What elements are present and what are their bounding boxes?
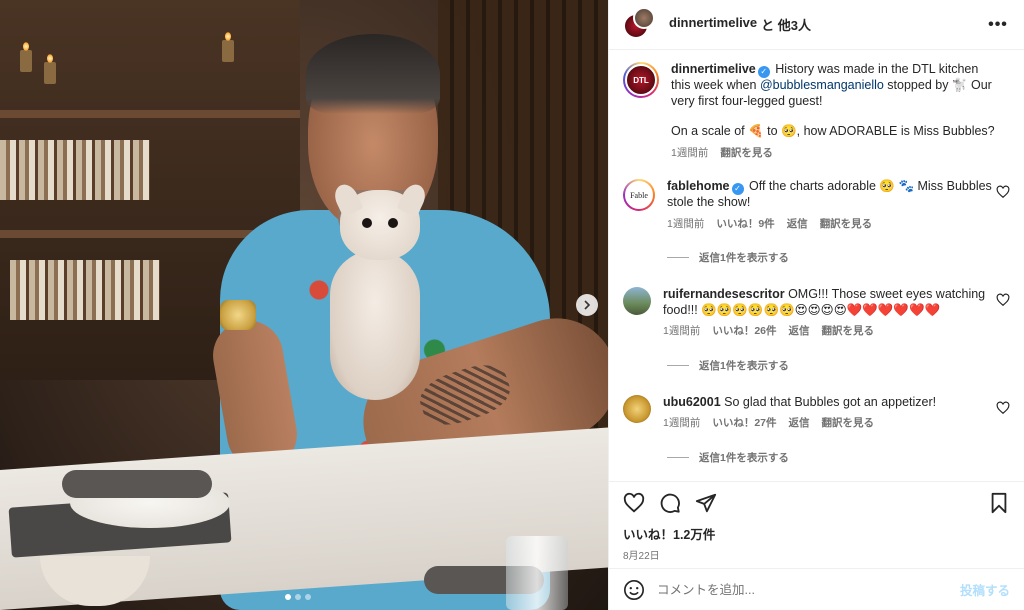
comment: ubu62001 So glad that Bubbles got an app… xyxy=(623,394,1010,432)
post-header: dinnertimelive と 他3人 ••• xyxy=(609,0,1024,50)
like-comment-heart-icon[interactable] xyxy=(996,401,1010,415)
verified-badge-icon: ✓ xyxy=(731,183,744,195)
view-replies-button[interactable]: 返信1件を表示する xyxy=(667,250,1010,265)
translate-link[interactable]: 翻訳を見る xyxy=(822,416,875,432)
post-image[interactable] xyxy=(0,0,608,610)
translate-link[interactable]: 翻訳を見る xyxy=(820,217,873,233)
timestamp[interactable]: 1週間前 xyxy=(667,217,704,233)
likes-count[interactable]: いいね！1.2万件 xyxy=(623,524,1010,543)
dog xyxy=(320,180,440,400)
post-authors: dinnertimelive と 他3人 xyxy=(669,15,976,34)
chevron-right-icon xyxy=(584,300,591,310)
post-panel: dinnertimelive と 他3人 ••• DTL dinnertimel… xyxy=(608,0,1024,610)
avatar[interactable]: DTL xyxy=(623,62,659,98)
comment-text: So glad that Bubbles got an appetizer! xyxy=(724,394,937,409)
author-avatars[interactable] xyxy=(623,6,659,43)
view-replies-button[interactable]: 返信1件を表示する xyxy=(667,358,1010,373)
comment: ruifernandesescritor OMG!!! Those sweet … xyxy=(623,287,1010,340)
likes-count[interactable]: いいね！9件 xyxy=(716,217,774,233)
likes-count[interactable]: いいね！27件 xyxy=(712,416,776,432)
comments-list: DTL dinnertimelive ✓ History was made in … xyxy=(609,50,1024,481)
verified-badge-icon: ✓ xyxy=(757,66,770,78)
translate-link[interactable]: 翻訳を見る xyxy=(720,146,773,162)
emoji-icon[interactable] xyxy=(623,579,645,601)
comment-composer: 投稿する xyxy=(609,568,1024,610)
post-comment-button[interactable]: 投稿する xyxy=(960,580,1010,599)
like-comment-heart-icon[interactable] xyxy=(996,185,1010,199)
likes-count[interactable]: いいね！26件 xyxy=(712,324,776,340)
caption-text: On a scale of 🍕 to 🥺, how ADORABLE is Mi… xyxy=(671,124,995,138)
save-bookmark-icon[interactable] xyxy=(988,492,1010,514)
post-actions: いいね！1.2万件 8月22日 xyxy=(609,481,1024,568)
timestamp[interactable]: 1週間前 xyxy=(671,146,708,162)
glass xyxy=(506,536,568,610)
author-username[interactable]: dinnertimelive xyxy=(669,15,757,34)
carousel-dots xyxy=(285,594,311,600)
next-slide-button[interactable] xyxy=(576,294,598,316)
caption: DTL dinnertimelive ✓ History was made in … xyxy=(623,62,1010,161)
reply-link[interactable]: 返信 xyxy=(787,217,808,233)
coauthors-link[interactable]: と 他3人 xyxy=(761,15,811,34)
translate-link[interactable]: 翻訳を見る xyxy=(822,324,875,340)
more-options-icon[interactable]: ••• xyxy=(986,15,1010,35)
avatar[interactable] xyxy=(623,394,651,423)
caption-username[interactable]: dinnertimelive xyxy=(671,62,756,76)
napkin xyxy=(62,470,212,498)
reply-link[interactable]: 返信 xyxy=(789,416,810,432)
mention-link[interactable]: @bubblesmanganiello xyxy=(760,78,884,92)
comment-input[interactable] xyxy=(657,582,948,597)
post-date[interactable]: 8月22日 xyxy=(623,547,1010,562)
comment-username[interactable]: ruifernandesescritor xyxy=(663,287,785,301)
view-replies-button[interactable]: 返信1件を表示する xyxy=(667,450,1010,465)
comment-username[interactable]: ubu62001 xyxy=(663,395,721,409)
avatar[interactable] xyxy=(623,287,651,315)
like-heart-icon[interactable] xyxy=(623,492,645,514)
timestamp[interactable]: 1週間前 xyxy=(663,416,700,432)
timestamp[interactable]: 1週間前 xyxy=(663,324,700,340)
comment: Fable fablehome ✓ Off the charts adorable… xyxy=(623,179,1010,232)
comment-username[interactable]: fablehome xyxy=(667,179,730,193)
avatar[interactable]: Fable xyxy=(623,179,655,211)
like-comment-heart-icon[interactable] xyxy=(996,293,1010,307)
reply-link[interactable]: 返信 xyxy=(789,324,810,340)
comment-bubble-icon[interactable] xyxy=(659,492,681,514)
share-paper-plane-icon[interactable] xyxy=(695,492,717,514)
avatar xyxy=(633,6,655,29)
